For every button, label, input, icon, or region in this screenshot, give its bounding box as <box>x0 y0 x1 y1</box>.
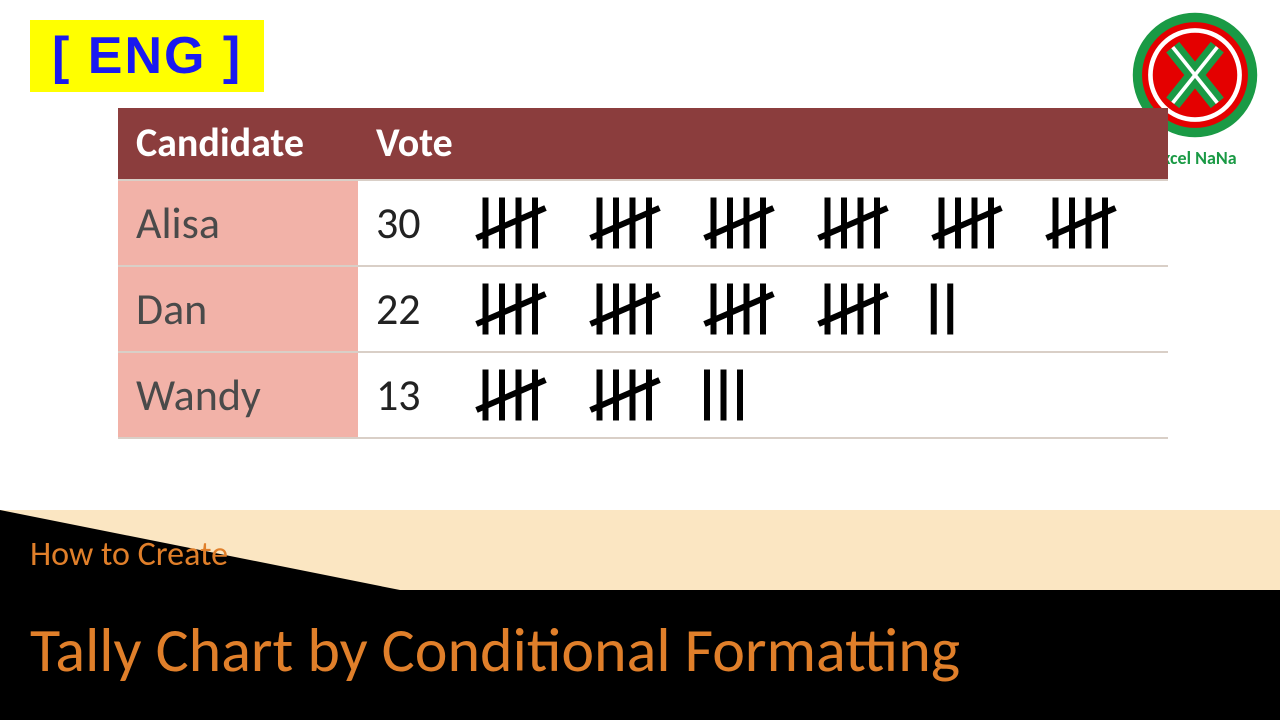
tally-five-icon <box>580 193 670 253</box>
footer-band: How to Create Tally Chart by Conditional… <box>0 510 1280 720</box>
tally-marks <box>466 279 1150 339</box>
tally-cell <box>448 180 1168 266</box>
thumbnail-stage: [ ENG ] Excel NaNa Candidate Vote Alisa3… <box>0 0 1280 720</box>
table-row: Dan22 <box>118 266 1168 352</box>
tally-marks <box>466 365 1150 425</box>
candidate-cell: Wandy <box>118 352 358 438</box>
tally-five-icon <box>580 365 670 425</box>
table-row: Wandy13 <box>118 352 1168 438</box>
footer-title: Tally Chart by Conditional Formatting <box>30 612 1250 688</box>
tally-five-icon <box>580 279 670 339</box>
tally-five-icon <box>808 193 898 253</box>
vote-count-cell: 30 <box>358 180 448 266</box>
vote-count-cell: 22 <box>358 266 448 352</box>
col-header-candidate: Candidate <box>118 108 358 180</box>
tally-cell <box>448 352 1168 438</box>
tally-five-icon <box>466 193 556 253</box>
table-row: Alisa30 <box>118 180 1168 266</box>
vote-count-cell: 13 <box>358 352 448 438</box>
footer-kicker: How to Create <box>30 534 228 575</box>
tally-five-icon <box>808 279 898 339</box>
col-header-vote: Vote <box>358 108 1168 180</box>
tally-five-icon <box>694 193 784 253</box>
tally-five-icon <box>466 279 556 339</box>
tally-five-icon <box>1036 193 1126 253</box>
tally-remainder-icon <box>694 365 762 425</box>
tally-five-icon <box>466 365 556 425</box>
language-badge: [ ENG ] <box>30 20 264 92</box>
tally-five-icon <box>694 279 784 339</box>
candidate-cell: Alisa <box>118 180 358 266</box>
tally-remainder-icon <box>922 279 971 339</box>
vote-tally-table: Candidate Vote Alisa30Dan22Wandy13 <box>118 108 1168 439</box>
candidate-cell: Dan <box>118 266 358 352</box>
tally-cell <box>448 266 1168 352</box>
tally-five-icon <box>922 193 1012 253</box>
tally-marks <box>466 193 1150 253</box>
